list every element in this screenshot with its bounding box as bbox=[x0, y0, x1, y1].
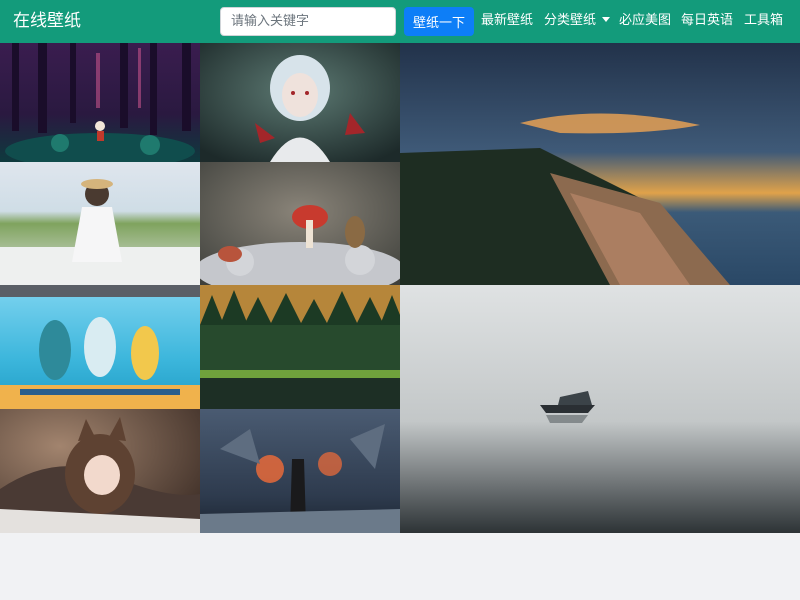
nav-categories-dropdown[interactable]: 分类壁纸 bbox=[544, 12, 611, 30]
wallpaper-anime-girls-beach[interactable] bbox=[0, 285, 200, 409]
chevron-down-icon bbox=[602, 17, 611, 22]
nav-toolbox[interactable]: 工具箱 bbox=[744, 12, 783, 30]
wallpaper-coastal-city-sunset[interactable] bbox=[400, 43, 800, 285]
wallpaper-anime-cat-girl[interactable] bbox=[0, 409, 200, 533]
nav-latest-wallpapers[interactable]: 最新壁纸 bbox=[481, 12, 533, 30]
wallpaper-fantasy-warrior[interactable] bbox=[200, 409, 400, 533]
wallpaper-forest-night[interactable] bbox=[0, 43, 200, 162]
nav-daily-english[interactable]: 每日英语 bbox=[681, 12, 733, 30]
nav-categories-label: 分类壁纸 bbox=[544, 13, 597, 28]
top-navbar: 在线壁纸 壁纸一下 最新壁纸 分类壁纸 必应美图 每日英语 工具箱 bbox=[0, 0, 800, 43]
wallpaper-squirrel-mushrooms[interactable] bbox=[200, 162, 400, 285]
wallpaper-forest-lake[interactable] bbox=[200, 285, 400, 409]
wallpaper-gallery bbox=[0, 43, 800, 533]
search-button[interactable]: 壁纸一下 bbox=[404, 7, 474, 36]
wallpaper-girl-in-field[interactable] bbox=[0, 162, 200, 285]
nav-bing-images[interactable]: 必应美图 bbox=[619, 12, 671, 30]
wallpaper-boat-in-fog[interactable] bbox=[400, 285, 800, 533]
site-brand[interactable]: 在线壁纸 bbox=[13, 10, 81, 32]
search-input[interactable] bbox=[220, 7, 396, 36]
wallpaper-anime-girl-white-hair[interactable] bbox=[200, 43, 400, 162]
